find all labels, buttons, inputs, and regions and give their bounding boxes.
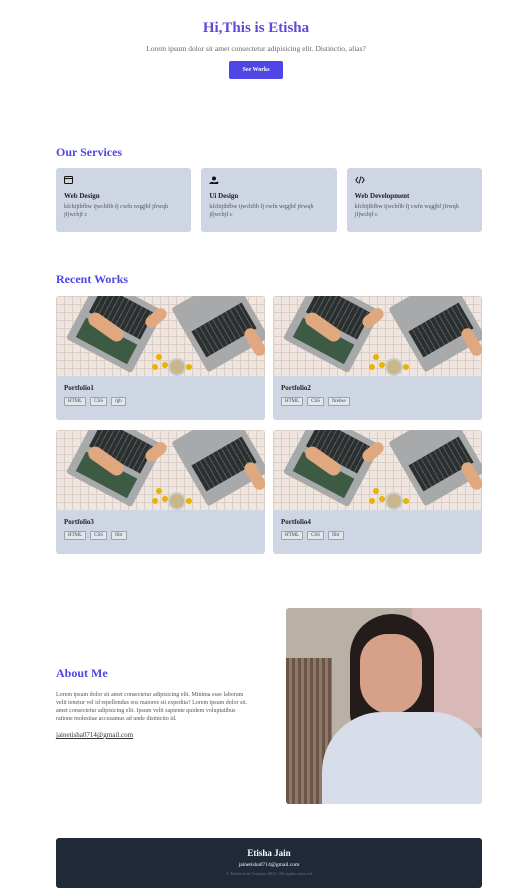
services-list: Web Design kfcbijtbfbw ijwcbfib fj cwfn … (56, 168, 482, 232)
footer-copyright: © Etisha Jain Creation 2022. All rights … (225, 871, 313, 876)
service-title: Web Design (64, 192, 100, 200)
portfolio-title: Portfolio3 (64, 518, 94, 526)
hand-holding-icon (209, 176, 219, 186)
tag: HTML (64, 397, 87, 406)
tag-list: HTML CSS filtr (64, 531, 257, 540)
portfolio-card-3[interactable]: Portfolio3 HTML CSS filtr (56, 430, 265, 554)
portfolio-image (273, 430, 482, 510)
profile-photo (286, 608, 482, 804)
tag-list: HTML CSS rgb (64, 397, 257, 406)
about-text: Lorem ipsum dolor sit amet consectetur a… (56, 692, 248, 722)
see-works-button[interactable]: See Works (229, 61, 283, 79)
works-heading: Recent Works (56, 272, 129, 286)
hero-subtitle: Lorem ipsum dolor sit amet consectetur a… (146, 44, 366, 53)
tag: HTML (281, 531, 304, 540)
tag-list: HTML CSS firebse (281, 397, 474, 406)
about-section: About Me Lorem ipsum dolor sit amet cons… (56, 666, 252, 739)
tag-list: HTML CSS filtr (281, 531, 474, 540)
footer: Etisha Jain jainetisha0714@gmail.com © E… (56, 838, 482, 888)
portfolio-image (56, 430, 265, 510)
tag: CSS (90, 531, 108, 540)
service-title: Ui Design (209, 192, 239, 200)
tag: CSS (307, 397, 325, 406)
service-card-ui-design: Ui Design kfcbijtbfbw ijwcbfib fj cwfn w… (201, 168, 337, 232)
service-card-web-development: Web Development kfcbijtbfbw ijwcbfib fj … (346, 168, 482, 232)
about-email-link[interactable]: jainetisha0714@gmail.com (56, 731, 252, 739)
tag: filtr (111, 531, 127, 540)
services-heading: Our Services (56, 145, 123, 159)
portfolio-image (56, 296, 265, 376)
tag: filtr (328, 531, 344, 540)
service-title: Web Development (354, 192, 410, 200)
service-desc: kfcbijtbfbw ijwcbfib fj cwfn wqgjbf jfrw… (64, 204, 169, 218)
hero-title: Hi,This is Etisha (202, 20, 310, 36)
tag: firebse (328, 397, 350, 406)
portfolio-title: Portfolio1 (64, 384, 94, 392)
footer-email: jainetisha0714@gmail.com (238, 862, 300, 868)
hero-section: Hi,This is Etisha Lorem ipsum dolor sit … (0, 20, 512, 79)
service-desc: kfcbijtbfbw ijwcbfib fj cwfn wqgjbf jfrw… (209, 204, 314, 218)
portfolio-image (273, 296, 482, 376)
portfolio-card-2[interactable]: Portfolio2 HTML CSS firebse (273, 296, 482, 420)
tag: HTML (281, 397, 304, 406)
footer-name: Etisha Jain (247, 848, 291, 858)
portfolio-card-1[interactable]: Portfolio1 HTML CSS rgb (56, 296, 265, 420)
tag: rgb (111, 397, 126, 406)
about-heading: About Me (56, 666, 108, 680)
portfolio-title: Portfolio4 (281, 518, 311, 526)
tag: CSS (90, 397, 108, 406)
portfolio-title: Portfolio2 (281, 384, 311, 392)
tag: CSS (307, 531, 325, 540)
browser-window-icon (64, 176, 74, 186)
service-desc: kfcbijtbfbw ijwcbfib fj cwfn wqgjbf jfrw… (354, 204, 459, 218)
tag: HTML (64, 531, 87, 540)
portfolio-card-4[interactable]: Portfolio4 HTML CSS filtr (273, 430, 482, 554)
service-card-web-design: Web Design kfcbijtbfbw ijwcbfib fj cwfn … (56, 168, 192, 232)
code-icon (354, 176, 365, 186)
works-grid: Portfolio1 HTML CSS rgb Portfolio2 HTML … (56, 296, 482, 554)
